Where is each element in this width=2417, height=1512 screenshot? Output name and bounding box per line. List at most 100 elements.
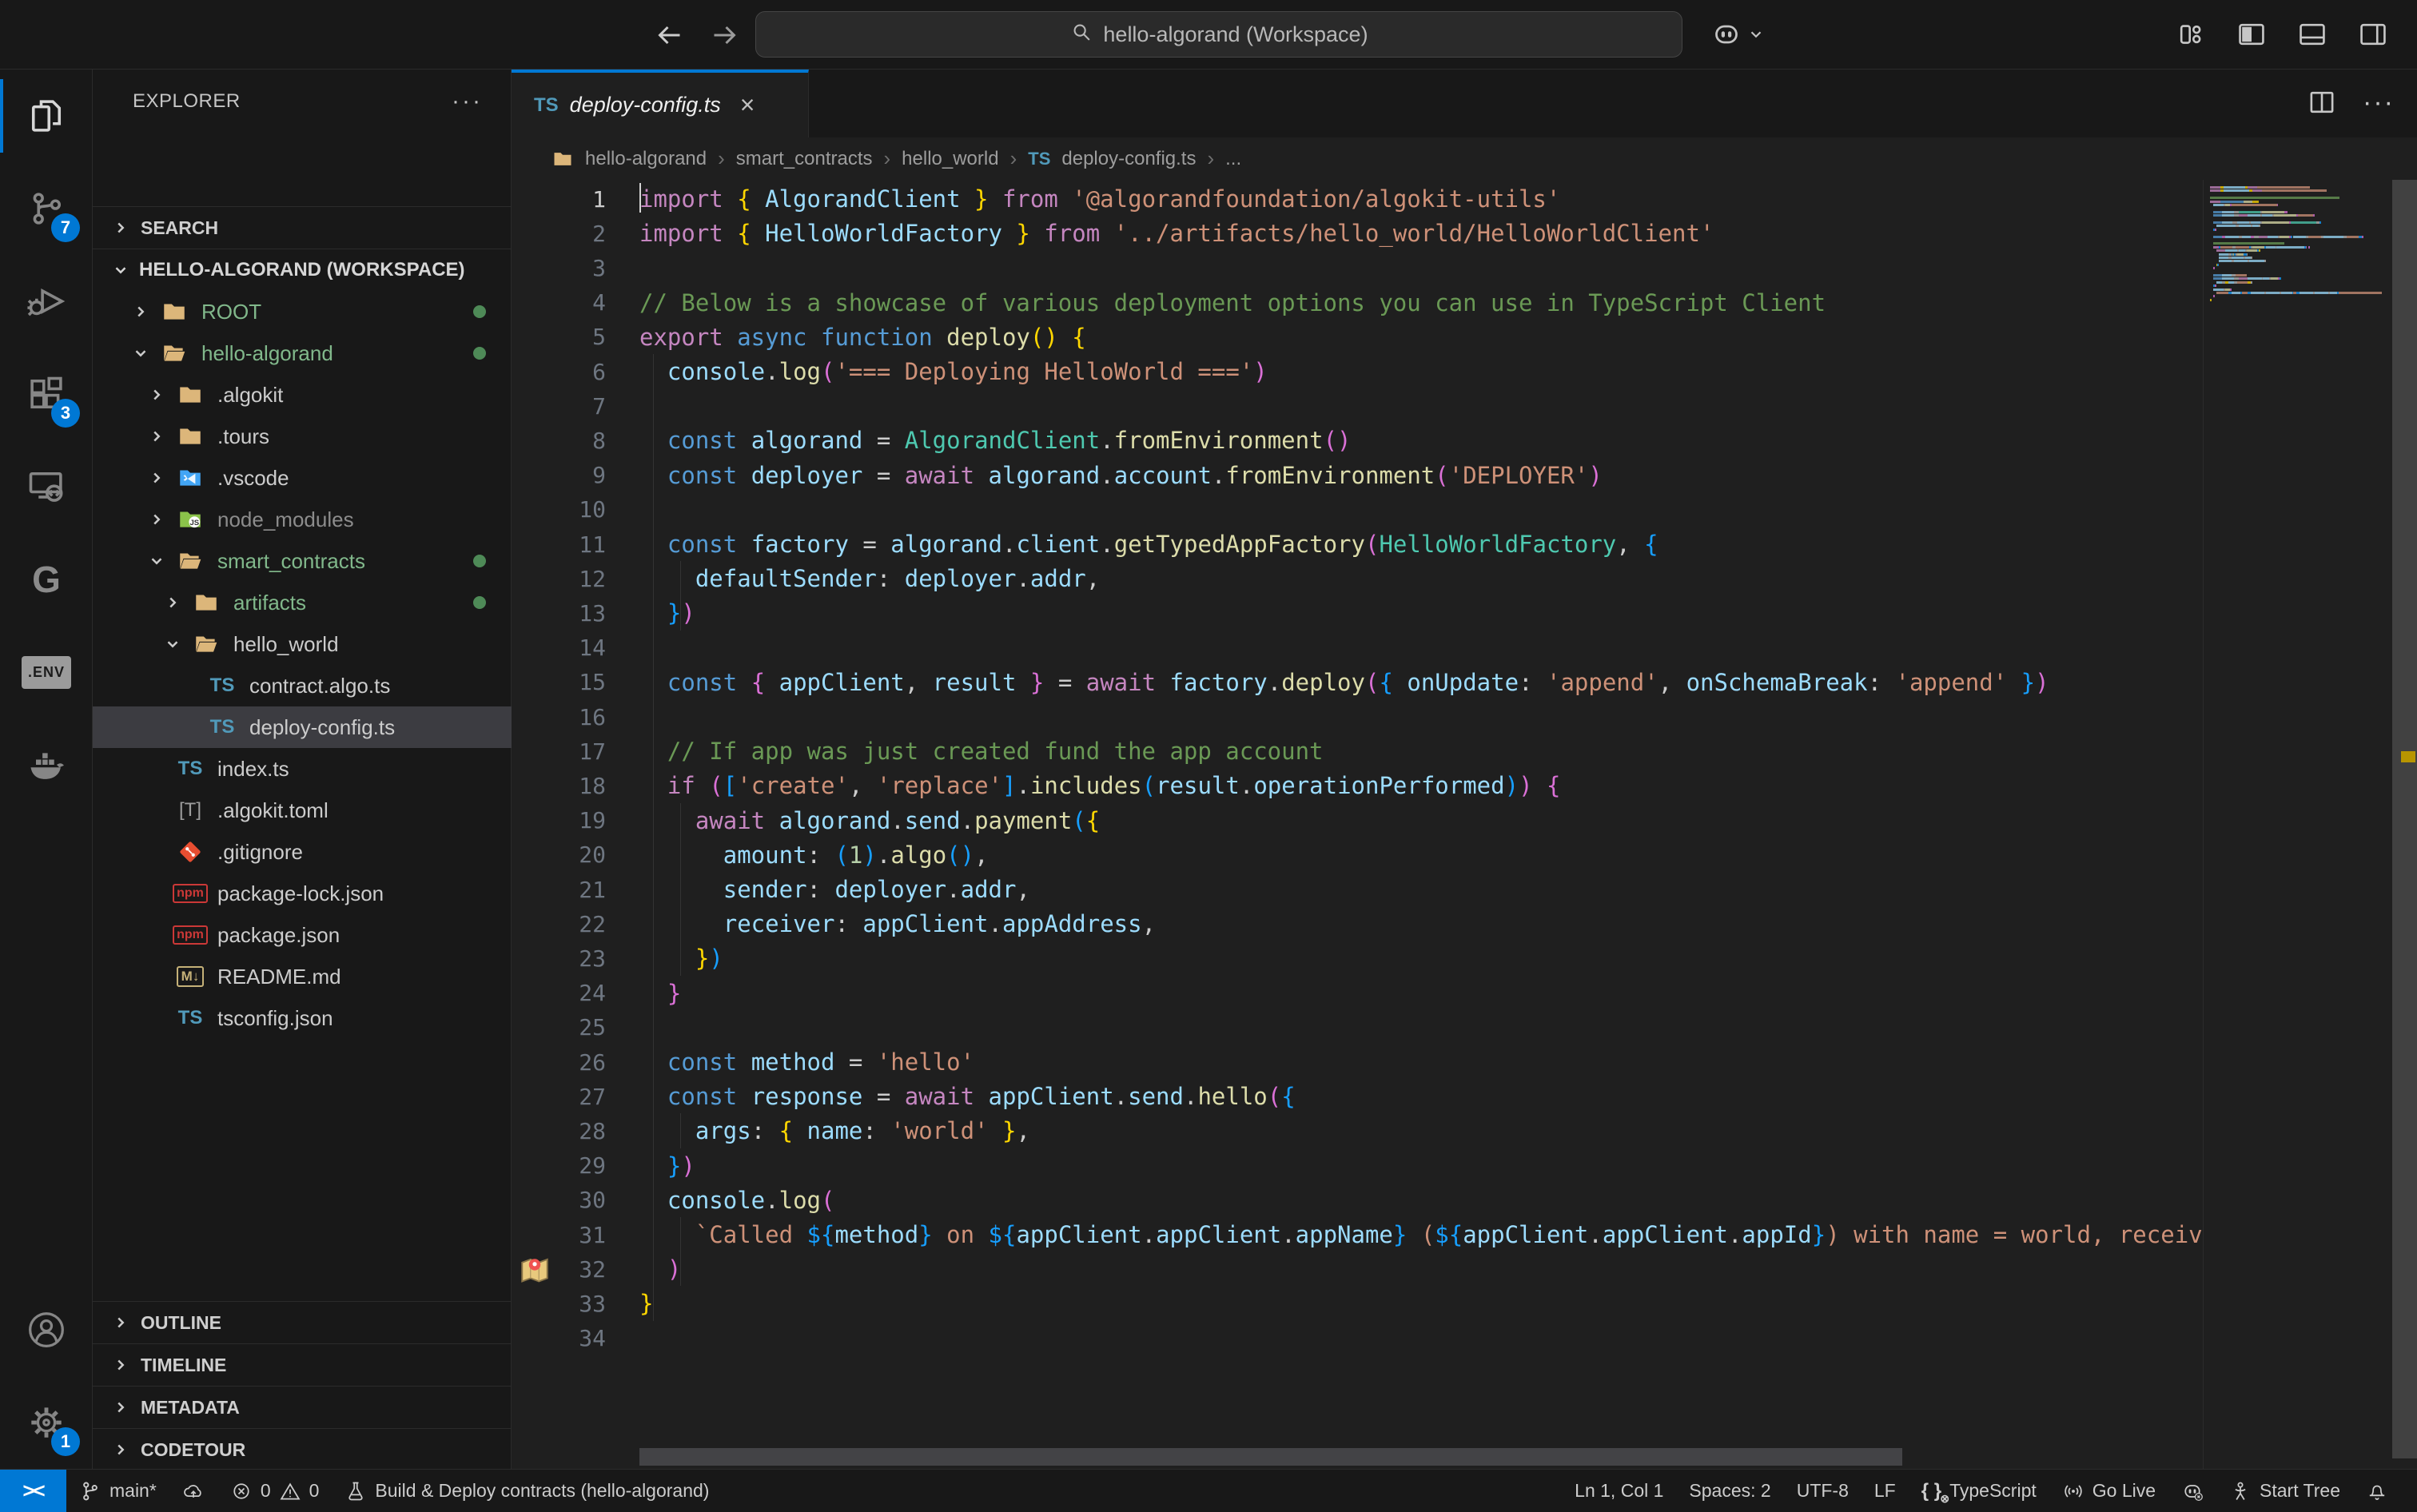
status-notifications[interactable] <box>2353 1470 2401 1512</box>
code-line-10[interactable]: 10 <box>512 492 2203 527</box>
code-line-25[interactable]: 25 <box>512 1010 2203 1045</box>
tree-item-package.json[interactable]: npmpackage.json <box>93 914 512 956</box>
code-line-2[interactable]: 2import { HelloWorldFactory } from '../a… <box>512 216 2203 251</box>
close-icon[interactable]: × <box>740 90 755 120</box>
toggle-panel-icon[interactable] <box>2292 14 2332 54</box>
status-cursor-position[interactable]: Ln 1, Col 1 <box>1562 1470 1676 1512</box>
code-line-3[interactable]: 3 <box>512 250 2203 285</box>
code-line-24[interactable]: 24 } <box>512 976 2203 1011</box>
code-line-1[interactable]: 1import { AlgorandClient } from '@algora… <box>512 181 2203 217</box>
tree-item-.tours[interactable]: .tours <box>93 416 512 457</box>
more-actions-icon[interactable]: ··· <box>2363 86 2395 123</box>
tree-item-package-lock.json[interactable]: npmpackage-lock.json <box>93 873 512 914</box>
codetour-map-icon[interactable] <box>518 1253 551 1287</box>
code-line-21[interactable]: 21 sender: deployer.addr, <box>512 872 2203 907</box>
vertical-scrollbar[interactable] <box>2392 180 2417 1458</box>
activity-accounts[interactable] <box>0 1283 93 1376</box>
tree-item-hello_world[interactable]: hello_world <box>93 623 512 665</box>
tree-item-deploy-config.ts[interactable]: TSdeploy-config.ts <box>93 706 512 748</box>
code-line-22[interactable]: 22 receiver: appClient.appAddress, <box>512 906 2203 941</box>
code-line-18[interactable]: 18 if (['create', 'replace'].includes(re… <box>512 768 2203 803</box>
toggle-secondary-sidebar-icon[interactable] <box>2353 14 2393 54</box>
activity-docker[interactable] <box>0 718 93 811</box>
status-start-tree[interactable]: Start Tree <box>2216 1470 2353 1512</box>
code-line-7[interactable]: 7 <box>512 388 2203 424</box>
tree-item-.gitignore[interactable]: .gitignore <box>93 831 512 873</box>
section-codetour[interactable]: CODETOUR <box>93 1428 512 1470</box>
activity-gitkraken[interactable]: G <box>0 533 93 626</box>
back-arrow-icon[interactable] <box>649 14 691 56</box>
tree-item-README.md[interactable]: M↓README.md <box>93 956 512 997</box>
status-language-mode[interactable]: { }⊗TypeScript <box>1909 1470 2049 1512</box>
activity-remote-explorer[interactable] <box>0 440 93 533</box>
horizontal-scrollbar[interactable] <box>639 1448 1902 1466</box>
tree-item-.vscode[interactable]: .vscode <box>93 457 512 499</box>
code-line-15[interactable]: 15 const { appClient, result } = await f… <box>512 665 2203 700</box>
code-line-13[interactable]: 13 }) <box>512 595 2203 631</box>
code-line-4[interactable]: 4// Below is a showcase of various deplo… <box>512 285 2203 320</box>
sidebar-more-actions-icon[interactable]: ··· <box>452 88 483 115</box>
breadcrumb-item[interactable]: ... <box>1225 148 1241 170</box>
code-line-29[interactable]: 29 }) <box>512 1148 2203 1184</box>
breadcrumb-item[interactable]: hello-algorand <box>585 148 707 170</box>
code-line-28[interactable]: 28 args: { name: 'world' }, <box>512 1113 2203 1148</box>
code-line-34[interactable]: 34 <box>512 1321 2203 1356</box>
tree-item-ROOT[interactable]: ROOT <box>93 291 512 332</box>
status-remote-indicator[interactable]: >< <box>0 1470 66 1512</box>
breadcrumb[interactable]: hello-algorand›smart_contracts›hello_wor… <box>512 137 2417 180</box>
activity-settings[interactable]: 1 <box>0 1376 93 1469</box>
customize-layout-icon[interactable] <box>2171 14 2211 54</box>
tree-item-contract.algo.ts[interactable]: TScontract.algo.ts <box>93 665 512 706</box>
code-line-30[interactable]: 30 console.log( <box>512 1183 2203 1218</box>
status-encoding[interactable]: UTF-8 <box>1784 1470 1862 1512</box>
status-indentation[interactable]: Spaces: 2 <box>1676 1470 1783 1512</box>
code-line-27[interactable]: 27 const response = await appClient.send… <box>512 1079 2203 1114</box>
code-line-12[interactable]: 12 defaultSender: deployer.addr, <box>512 561 2203 596</box>
activity-dotenv[interactable]: .ENV <box>0 626 93 718</box>
activity-explorer[interactable] <box>0 70 93 162</box>
code-line-31[interactable]: 31 `Called ${method} on ${appClient.appC… <box>512 1217 2203 1252</box>
forward-arrow-icon[interactable] <box>703 14 745 56</box>
tree-item-artifacts[interactable]: artifacts <box>93 582 512 623</box>
code-line-16[interactable]: 16 <box>512 699 2203 734</box>
breadcrumb-item[interactable]: hello_world <box>902 148 998 170</box>
tab-deploy-config[interactable]: TS deploy-config.ts × <box>512 70 809 137</box>
activity-extensions[interactable]: 3 <box>0 348 93 440</box>
tree-item-hello-algorand[interactable]: hello-algorand <box>93 332 512 374</box>
code-line-11[interactable]: 11 const factory = algorand.client.getTy… <box>512 527 2203 562</box>
code-line-32[interactable]: 32 ) <box>512 1251 2203 1287</box>
status-sync-changes[interactable] <box>169 1470 217 1512</box>
copilot-menu-button[interactable] <box>1710 13 1765 56</box>
code-line-9[interactable]: 9 const deployer = await algorand.accoun… <box>512 458 2203 493</box>
status-git-branch[interactable]: main* <box>66 1470 169 1512</box>
tree-item-index.ts[interactable]: TSindex.ts <box>93 748 512 790</box>
code-line-33[interactable]: 33} <box>512 1286 2203 1321</box>
activity-run-and-debug[interactable] <box>0 255 93 348</box>
status-go-live[interactable]: Go Live <box>2049 1470 2168 1512</box>
code-line-8[interactable]: 8 const algorand = AlgorandClient.fromEn… <box>512 423 2203 458</box>
tree-item-.algokit.toml[interactable]: [T].algokit.toml <box>93 790 512 831</box>
status-task-build-deploy[interactable]: Build & Deploy contracts (hello-algorand… <box>332 1470 722 1512</box>
breadcrumb-item[interactable]: deploy-config.ts <box>1061 148 1196 170</box>
code-line-17[interactable]: 17 // If app was just created fund the a… <box>512 734 2203 769</box>
tree-item-.algokit[interactable]: .algokit <box>93 374 512 416</box>
code-editor[interactable]: 1import { AlgorandClient } from '@algora… <box>512 180 2203 1469</box>
section-outline[interactable]: OUTLINE <box>93 1301 512 1343</box>
command-center-search[interactable]: hello-algorand (Workspace) <box>755 11 1682 58</box>
tree-item-smart_contracts[interactable]: smart_contracts <box>93 540 512 582</box>
minimap[interactable] <box>2203 180 2391 1469</box>
workspace-header[interactable]: HELLO-ALGORAND (WORKSPACE) <box>93 249 512 291</box>
section-metadata[interactable]: METADATA <box>93 1386 512 1428</box>
code-line-14[interactable]: 14 <box>512 631 2203 666</box>
code-line-23[interactable]: 23 }) <box>512 941 2203 976</box>
split-editor-icon[interactable] <box>2305 86 2339 123</box>
status-eol[interactable]: LF <box>1862 1470 1909 1512</box>
section-search[interactable]: SEARCH <box>93 206 512 249</box>
status-copilot-status[interactable] <box>2168 1470 2216 1512</box>
code-line-6[interactable]: 6 console.log('=== Deploying HelloWorld … <box>512 354 2203 389</box>
code-line-26[interactable]: 26 const method = 'hello' <box>512 1044 2203 1080</box>
section-timeline[interactable]: TIMELINE <box>93 1343 512 1386</box>
breadcrumb-item[interactable]: smart_contracts <box>736 148 873 170</box>
toggle-primary-sidebar-icon[interactable] <box>2232 14 2272 54</box>
tree-item-node_modules[interactable]: JSnode_modules <box>93 499 512 540</box>
